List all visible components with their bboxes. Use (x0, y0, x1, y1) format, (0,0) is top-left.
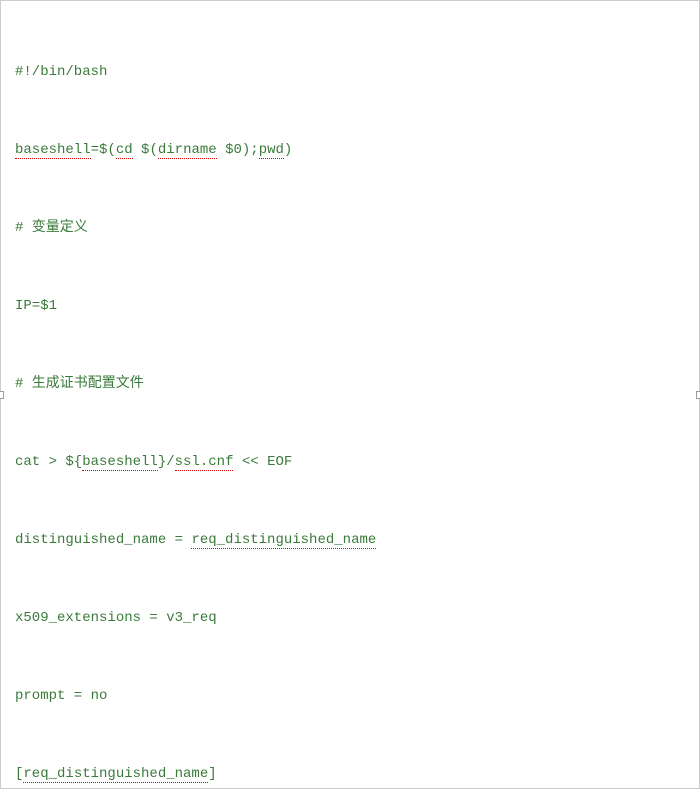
text: $0); (217, 142, 259, 158)
code-line: baseshell=$(cd $(dirname $0);pwd) (15, 137, 685, 163)
resize-handle-right[interactable] (696, 391, 700, 399)
var-baseshell: baseshell (15, 142, 91, 159)
cmd-cd: cd (116, 142, 133, 159)
cmd-dirname: dirname (158, 142, 217, 159)
code-comment: # 变量定义 (15, 215, 685, 241)
text: x509_extensions = v3_req (15, 610, 217, 626)
comment-text: # 生成证书配置文件 (15, 376, 144, 392)
text: ] (208, 766, 216, 782)
file-sslcnf: ssl.cnf (175, 454, 234, 471)
text: ) (284, 142, 292, 158)
cfg-reqdn: req_distinguished_name (191, 532, 376, 549)
shebang: #!/bin/bash (15, 64, 107, 80)
code-line: distinguished_name = req_distinguished_n… (15, 527, 685, 553)
code-comment: # 生成证书配置文件 (15, 371, 685, 397)
text: prompt = no (15, 688, 107, 704)
text: << EOF (233, 454, 292, 470)
text: distinguished_name = (15, 532, 191, 548)
cmd-pwd: pwd (259, 142, 284, 159)
code-line: x509_extensions = v3_req (15, 605, 685, 631)
text: $( (133, 142, 158, 158)
code-line: IP=$1 (15, 293, 685, 319)
var-baseshell: baseshell (82, 454, 158, 471)
code-line: cat > ${baseshell}/ssl.cnf << EOF (15, 449, 685, 475)
code-block: #!/bin/bash baseshell=$(cd $(dirname $0)… (15, 7, 685, 789)
code-line: [req_distinguished_name] (15, 761, 685, 787)
code-line: #!/bin/bash (15, 59, 685, 85)
comment-text: # 变量定义 (15, 220, 88, 236)
text: IP=$1 (15, 298, 57, 314)
text: cat > ${ (15, 454, 82, 470)
code-container: #!/bin/bash baseshell=$(cd $(dirname $0)… (0, 0, 700, 789)
text: }/ (158, 454, 175, 470)
resize-handle-left[interactable] (0, 391, 4, 399)
text: =$( (91, 142, 116, 158)
code-line: prompt = no (15, 683, 685, 709)
sect-reqdn: req_distinguished_name (23, 766, 208, 783)
